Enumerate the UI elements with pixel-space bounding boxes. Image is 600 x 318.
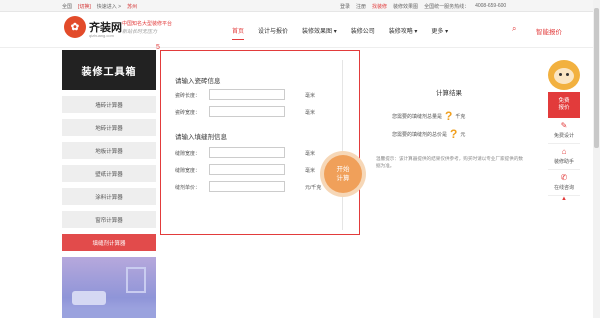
tile-width-input[interactable]: [209, 106, 285, 117]
tile-width-row: 瓷砖宽度： 毫米: [175, 106, 345, 118]
login-link[interactable]: 登录: [340, 3, 350, 10]
online-consult-button[interactable]: ✆ 在线咨询: [548, 170, 580, 196]
nav-company[interactable]: 装修公司: [351, 26, 375, 40]
effect-link[interactable]: 装修效果图: [393, 3, 418, 10]
panel-divider: [342, 60, 343, 230]
region-label: 全国: [62, 4, 73, 10]
start-calculate-button[interactable]: 开始 计算: [324, 155, 362, 193]
site-logo[interactable]: ✿ 齐装网 qizhuang.com: [64, 16, 122, 38]
result-title: 计算结果: [436, 90, 462, 97]
sidebar-item-curtain[interactable]: 窗帘计算器: [62, 211, 156, 228]
decorate-assistant-label: 装修助手: [553, 159, 574, 165]
sidebar-item-floorboard[interactable]: 地板计算器: [62, 142, 156, 159]
slogan-sub: 新站长时无压力: [122, 29, 158, 35]
gap-width-row-1: 缝隙宽度： 毫米: [175, 147, 345, 159]
find-decorate-link[interactable]: 找装修: [372, 3, 387, 10]
free-quote-button[interactable]: 免费 报价: [548, 92, 580, 118]
sidebar-item-wallpaper[interactable]: 壁纸计算器: [62, 165, 156, 182]
start-label-line1: 开始: [336, 166, 350, 173]
grout-price-input[interactable]: [209, 181, 285, 192]
window-shape: [126, 267, 146, 293]
page-scrollbar[interactable]: [593, 0, 600, 318]
nav-home[interactable]: 首页: [232, 26, 245, 40]
house-icon: ⌂: [561, 147, 567, 156]
floor-shape: [62, 309, 156, 318]
tile-section-title: 请输入瓷砖信息: [175, 78, 221, 85]
site-header: ✿ 齐装网 qizhuang.com 中国知名大型装修平台 新站长时无压力 首页…: [0, 12, 600, 48]
hotline-label: 全国统一服务热线：: [424, 4, 470, 10]
register-link[interactable]: 注册: [356, 3, 366, 10]
gap-width-row-2: 缝隙宽度： 毫米: [175, 164, 345, 176]
tile-width-unit: 毫米: [305, 110, 316, 116]
toolbox-sidebar: 装修工具箱 墙砖计算器 地砖计算器 地板计算器 壁纸计算器 涂料计算器 窗帘计算…: [62, 50, 156, 318]
logo-mascot-icon: ✿: [64, 16, 86, 38]
top-utility-bar: 全国 [切换] 快速进入 > 苏州 登录 注册 找装修 装修效果图 全国统一服务…: [0, 0, 600, 12]
result-total-amount-row: 您需要的填缝剂总量是 ? 千克: [392, 109, 465, 123]
grout-price-label: 缝剂单价：: [175, 185, 201, 191]
mascot-face: [554, 68, 574, 84]
quick-enter-label: 快速进入 >: [96, 4, 122, 10]
tile-length-input[interactable]: [209, 89, 285, 100]
online-consult-label: 在线咨询: [553, 185, 574, 191]
free-quote-line1: 免费: [558, 98, 570, 104]
mascot-icon: [548, 60, 580, 90]
sidebar-interior-image: [62, 257, 156, 318]
nav-design-quote[interactable]: 设计与报价: [258, 26, 288, 40]
sidebar-item-wall-tile[interactable]: 墙砖计算器: [62, 96, 156, 113]
free-design-button[interactable]: ✎ 免费设计: [548, 118, 580, 144]
gap-width-label-2: 缝隙宽度：: [175, 168, 201, 174]
result-price-value: ?: [450, 127, 458, 141]
gap-width-unit-1: 毫米: [305, 151, 316, 157]
sidebar-item-floor-tile[interactable]: 地砖计算器: [62, 119, 156, 136]
site-slogan: 中国知名大型装修平台 新站长时无压力: [122, 20, 172, 36]
right-float-bar: 免费 报价 ✎ 免费设计 ⌂ 装修助手 ✆ 在线咨询 ▲: [548, 60, 580, 208]
smart-quote-link[interactable]: 智能报价: [536, 26, 562, 36]
back-to-top-button[interactable]: ▲: [548, 196, 580, 208]
tile-length-unit: 毫米: [305, 93, 316, 99]
city-link[interactable]: 苏州: [127, 3, 137, 10]
pencil-ruler-icon: ✎: [560, 121, 568, 130]
tile-width-label: 瓷砖宽度：: [175, 110, 201, 116]
gap-width-label-1: 缝隙宽度：: [175, 151, 201, 157]
result-total-price-row: 您需要的填缝剂的总价是 ? 元: [392, 127, 465, 141]
main-nav: 首页 设计与报价 装修效果图 ▾ 装修公司 装修攻略 ▾ 更多 ▾: [232, 26, 448, 40]
result-price-label: 您需要的填缝剂的总价是: [392, 131, 448, 138]
tile-length-row: 瓷砖长度： 毫米: [175, 89, 345, 101]
chat-icon: ✆: [560, 173, 568, 182]
scrollbar-thumb[interactable]: [594, 8, 599, 148]
nav-effect[interactable]: 装修效果图 ▾: [302, 26, 337, 40]
result-price-unit: 元: [460, 131, 466, 138]
gap-width-input-2[interactable]: [209, 164, 285, 175]
hotline-number: 4008-659-600: [475, 3, 507, 9]
free-design-label: 免费设计: [553, 133, 574, 139]
warm-tip: 温馨提示：该计算器提供的结果仅供参考，购买时请以专业厂家提供的数据为准。: [376, 156, 524, 168]
grout-price-row: 缝剂单价： 元/千克: [175, 181, 345, 193]
grout-price-unit: 元/千克: [305, 185, 322, 191]
gap-width-unit-2: 毫米: [305, 168, 316, 174]
calculator-panel: 请输入瓷砖信息 瓷砖长度： 毫米 瓷砖宽度： 毫米 请输入填缝剂信息 缝隙宽度：…: [160, 50, 360, 235]
nav-guide[interactable]: 装修攻略 ▾: [389, 26, 418, 40]
region-selector: 全国 [切换] 快速进入 > 苏州: [62, 3, 137, 10]
result-amount-value: ?: [445, 109, 453, 123]
sidebar-item-paint[interactable]: 涂料计算器: [62, 188, 156, 205]
slogan-main: 中国知名大型装修平台: [122, 21, 173, 27]
tile-length-label: 瓷砖长度：: [175, 93, 201, 99]
sofa-shape: [72, 291, 106, 305]
user-links: 登录 注册 找装修 装修效果图 全国统一服务热线： 4008-659-600: [340, 3, 506, 10]
region-switch-link[interactable]: [切换]: [78, 3, 91, 10]
grout-section-title: 请输入填缝剂信息: [175, 134, 227, 141]
nav-more[interactable]: 更多 ▾: [431, 26, 448, 40]
gap-width-input-1[interactable]: [209, 147, 285, 158]
start-label-line2: 计算: [336, 175, 350, 182]
sidebar-title: 装修工具箱: [62, 50, 156, 90]
result-amount-label: 您需要的填缝剂总量是: [392, 113, 443, 120]
sidebar-item-grout[interactable]: 填缝剂计算器: [62, 234, 156, 251]
result-amount-unit: 千克: [455, 113, 466, 120]
decorate-assistant-button[interactable]: ⌂ 装修助手: [548, 144, 580, 170]
free-quote-line2: 报价: [558, 105, 570, 111]
logo-domain: qizhuang.com: [89, 33, 114, 38]
mascot-eye-right: [566, 73, 569, 76]
mascot-eye-left: [559, 73, 562, 76]
search-icon[interactable]: ⌕: [512, 24, 516, 34]
